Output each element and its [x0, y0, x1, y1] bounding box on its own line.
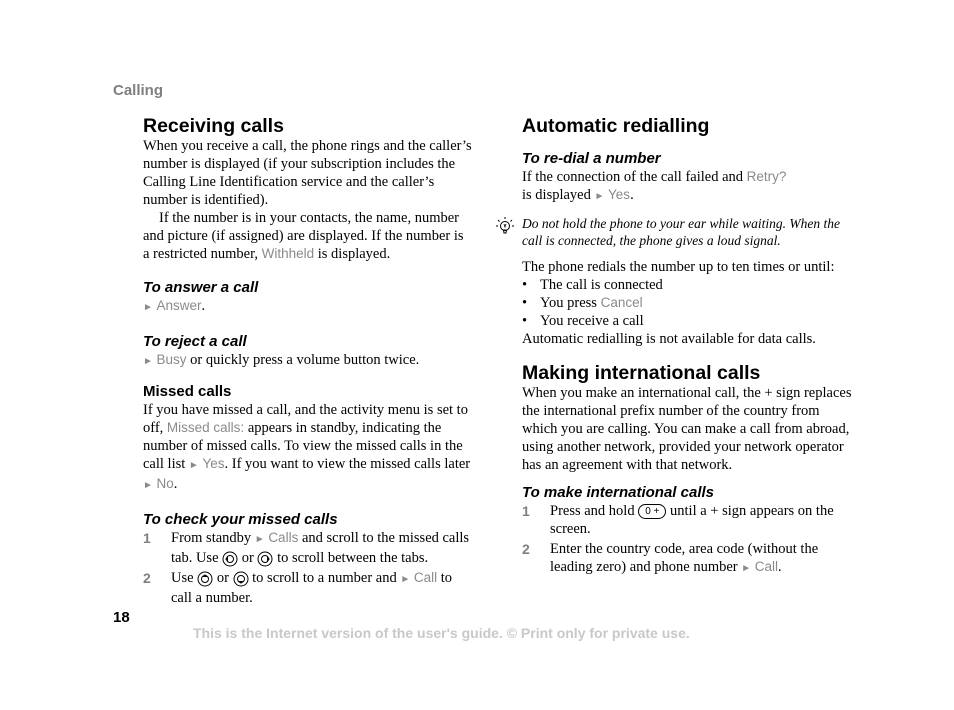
reject-instruction: ► Busy or quickly press a volume button … [143, 351, 473, 371]
heading-redial-number: To re-dial a number [522, 150, 661, 167]
arrow-right-icon: ► [143, 302, 153, 313]
step-text: Press and hold 0 + until a + sign appear… [550, 502, 854, 538]
international-paragraph: When you make an international call, the… [522, 385, 852, 473]
zero-plus-key-icon: 0 + [638, 504, 667, 520]
text: or [213, 570, 233, 586]
step-2: 2 Use or to scroll to a number and ► Cal… [143, 569, 473, 607]
text: to scroll to a number and [248, 570, 401, 586]
menu-term-call: Call [754, 559, 779, 574]
arrow-right-icon: ► [594, 191, 605, 202]
step-number: 2 [143, 570, 151, 586]
text: If the connection of the call failed and [522, 169, 747, 185]
step-text: Use or to scroll to a number and ► Call … [171, 569, 473, 607]
tip-text: Do not hold the phone to your ear while … [522, 216, 840, 248]
redial-note: Automatic redialling is not available fo… [522, 331, 816, 347]
heading-missed-calls: Missed calls [143, 383, 232, 400]
step-2: 2 Enter the country code, area code (wit… [522, 540, 854, 578]
bullet-icon: • [522, 295, 528, 311]
text: . [173, 476, 178, 492]
nav-right-key-icon [257, 551, 273, 567]
step-number: 2 [522, 541, 530, 557]
step-number: 1 [522, 503, 530, 519]
heading-answer-call: To answer a call [143, 279, 259, 296]
heading-automatic-redialling: Automatic redialling [522, 115, 710, 137]
text: From standby [171, 530, 255, 546]
bullet-icon: • [522, 277, 528, 293]
menu-term-no: No [156, 476, 174, 491]
tip-note: Do not hold the phone to your ear while … [494, 215, 854, 249]
menu-term-call: Call [413, 570, 438, 585]
right-column: Automatic redialling To re-dial a number… [496, 115, 854, 578]
step-1: 1 From standby ► Calls and scroll to the… [143, 529, 473, 567]
text: When you receive a call, the phone rings… [143, 138, 472, 208]
menu-term-withheld: Withheld [261, 246, 315, 261]
bullet-icon: • [522, 313, 528, 329]
step-1: 1 Press and hold 0 + until a + sign appe… [522, 502, 854, 538]
menu-term-missed-calls: Missed calls: [166, 420, 245, 435]
section-header: Calling [113, 82, 164, 99]
step-text: From standby ► Calls and scroll to the m… [171, 529, 473, 567]
redial-instruction: If the connection of the call failed and… [522, 168, 854, 206]
receiving-paragraph-2: If the number is in your contacts, the n… [143, 209, 473, 263]
heading-international-calls: Making international calls [522, 362, 761, 384]
text: is displayed. [314, 246, 391, 262]
footer-notice: This is the Internet version of the user… [193, 625, 690, 641]
text: is displayed [522, 187, 595, 203]
heading-check-missed-calls: To check your missed calls [143, 511, 338, 528]
bullet-item: • You press Cancel [522, 294, 854, 312]
nav-down-key-icon [233, 571, 249, 587]
menu-term-yes: Yes [202, 456, 225, 471]
text: . If you want to view the missed calls l… [224, 456, 471, 472]
arrow-right-icon: ► [188, 460, 199, 471]
text: . [201, 298, 206, 314]
text: The call is connected [540, 277, 663, 293]
bullet-item: • The call is connected [522, 276, 854, 294]
left-column: Receiving calls When you receive a call,… [143, 115, 473, 607]
receiving-paragraph-1: When you receive a call, the phone rings… [143, 137, 473, 209]
page-number: 18 [113, 609, 130, 626]
menu-term-answer: Answer [156, 298, 202, 313]
text: to scroll between the tabs. [273, 550, 429, 566]
arrow-right-icon: ► [254, 534, 265, 545]
arrow-right-icon: ► [741, 563, 752, 574]
text: or [238, 550, 258, 566]
lightbulb-tip-icon [496, 217, 514, 234]
redial-paragraph: The phone redials the number up to ten t… [522, 259, 835, 275]
menu-term-calls: Calls [268, 530, 299, 545]
step-number: 1 [143, 530, 151, 546]
arrow-right-icon: ► [143, 356, 153, 367]
text: . [630, 187, 634, 203]
menu-term-cancel: Cancel [600, 295, 643, 310]
text: Press and hold [550, 503, 639, 519]
arrow-right-icon: ► [400, 574, 411, 585]
menu-term-yes: Yes [608, 187, 631, 202]
bullet-item: • You receive a call [522, 312, 854, 330]
text: You receive a call [540, 313, 644, 329]
text: You press [540, 295, 601, 311]
text: Use [171, 570, 198, 586]
heading-reject-call: To reject a call [143, 333, 247, 350]
nav-left-key-icon [222, 551, 238, 567]
heading-receiving-calls: Receiving calls [143, 115, 284, 137]
text: . [778, 559, 782, 575]
heading-make-international-calls: To make international calls [522, 484, 715, 501]
step-text: Enter the country code, area code (witho… [550, 540, 854, 578]
answer-instruction: ► Answer. [143, 297, 473, 317]
text: or quickly press a volume button twice. [186, 352, 420, 368]
menu-term-retry: Retry? [746, 169, 787, 184]
arrow-right-icon: ► [143, 480, 153, 491]
menu-term-busy: Busy [156, 352, 187, 367]
missed-calls-paragraph: If you have missed a call, and the activ… [143, 401, 473, 495]
nav-up-key-icon [197, 571, 213, 587]
